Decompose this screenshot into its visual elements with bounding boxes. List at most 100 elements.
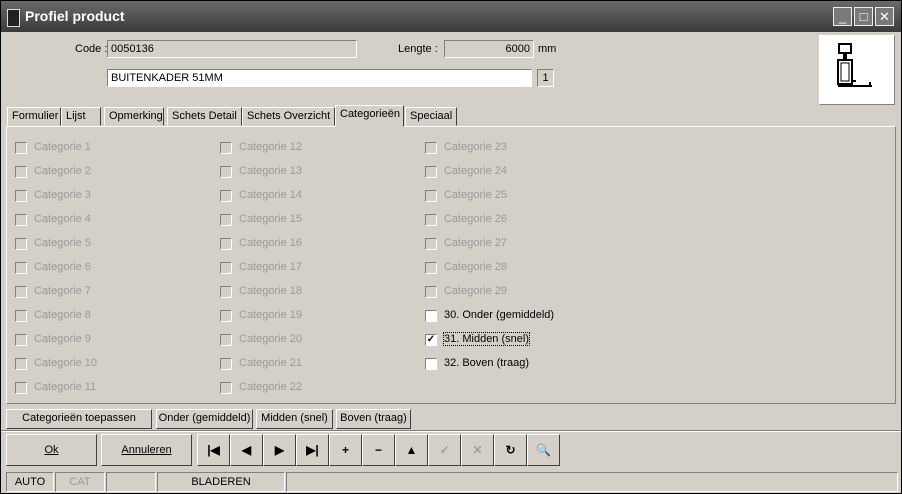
category-label: Categorie 1 bbox=[34, 141, 91, 153]
onder-button[interactable]: Onder (gemiddeld) bbox=[156, 409, 253, 429]
ok-button[interactable]: Ok bbox=[6, 434, 97, 466]
title-bar[interactable]: Profiel product _ □ ✕ bbox=[1, 1, 901, 32]
category-label: Categorie 29 bbox=[444, 285, 507, 297]
checkbox-box bbox=[15, 238, 27, 250]
minimize-button[interactable]: _ bbox=[833, 7, 852, 26]
category-label: Categorie 17 bbox=[239, 261, 302, 273]
checkbox-box[interactable]: ✓ bbox=[425, 334, 437, 346]
checkbox-box bbox=[425, 238, 437, 250]
checkbox-box[interactable] bbox=[425, 358, 437, 370]
delete-record-button[interactable]: − bbox=[362, 434, 395, 466]
checkbox-box bbox=[220, 286, 232, 298]
refresh-button[interactable]: ↻ bbox=[494, 434, 527, 466]
category-label: Categorie 11 bbox=[34, 381, 97, 393]
tab-lijst[interactable]: Lijst bbox=[61, 107, 101, 126]
category-label: Categorie 5 bbox=[34, 237, 91, 249]
category-label: Categorie 25 bbox=[444, 189, 507, 201]
category-label: Categorie 16 bbox=[239, 237, 302, 249]
profiel-product-window: Profiel product _ □ ✕ Code : 0050136 Len… bbox=[0, 0, 902, 494]
app-icon bbox=[7, 9, 20, 27]
description-field[interactable]: BUITENKADER 51MM bbox=[107, 69, 532, 87]
edit-record-icon: ▲ bbox=[405, 443, 418, 457]
category-label: Categorie 23 bbox=[444, 141, 507, 153]
status-extra bbox=[286, 472, 898, 492]
window-title: Profiel product bbox=[25, 8, 125, 24]
checkbox-box bbox=[15, 310, 27, 322]
code-field[interactable]: 0050136 bbox=[107, 40, 357, 58]
checkbox-box bbox=[220, 382, 232, 394]
add-record-icon: + bbox=[341, 443, 349, 457]
checkbox-box bbox=[425, 262, 437, 274]
category-label: Categorie 10 bbox=[34, 357, 97, 369]
prev-record-button[interactable]: ◀ bbox=[230, 434, 263, 466]
code-label: Code : bbox=[75, 43, 108, 55]
delete-record-icon: − bbox=[374, 443, 382, 457]
category-label: Categorie 7 bbox=[34, 285, 91, 297]
category-label: Categorie 3 bbox=[34, 189, 91, 201]
first-record-button[interactable]: |◀ bbox=[197, 434, 230, 466]
close-button[interactable]: ✕ bbox=[875, 7, 894, 26]
checkbox-box bbox=[425, 166, 437, 178]
lengte-label: Lengte : bbox=[398, 43, 438, 55]
checkbox-box bbox=[15, 166, 27, 178]
category-label: Categorie 15 bbox=[239, 213, 302, 225]
checkbox-box bbox=[15, 382, 27, 394]
category-label: 32. Boven (traag) bbox=[444, 357, 529, 369]
checkbox-box bbox=[15, 142, 27, 154]
category-label: Categorie 9 bbox=[34, 333, 91, 345]
cancel-edit-icon: ✕ bbox=[472, 443, 483, 457]
category-label: Categorie 20 bbox=[239, 333, 302, 345]
search-button[interactable]: 🔍 bbox=[527, 434, 560, 466]
next-record-icon: ▶ bbox=[274, 443, 285, 457]
checkbox-box bbox=[220, 214, 232, 226]
cancel-button[interactable]: Annuleren bbox=[101, 434, 192, 466]
search-icon: 🔍 bbox=[536, 443, 551, 457]
last-record-icon: ▶| bbox=[306, 443, 319, 457]
tab-formulier[interactable]: Formulier bbox=[7, 107, 61, 126]
category-label: Categorie 19 bbox=[239, 309, 302, 321]
cancel-edit-button[interactable]: ✕ bbox=[461, 434, 494, 466]
tab-schets-overzicht[interactable]: Schets Overzicht bbox=[242, 107, 335, 126]
midden-button[interactable]: Midden (snel) bbox=[256, 409, 333, 429]
next-record-button[interactable]: ▶ bbox=[263, 434, 296, 466]
maximize-button[interactable]: □ bbox=[854, 7, 873, 26]
post-record-button[interactable]: ✓ bbox=[428, 434, 461, 466]
lengte-unit: mm bbox=[538, 43, 557, 55]
post-record-icon: ✓ bbox=[439, 443, 450, 457]
edit-record-button[interactable]: ▲ bbox=[395, 434, 428, 466]
counter-field: 1 bbox=[537, 69, 554, 87]
last-record-button[interactable]: ▶| bbox=[296, 434, 329, 466]
minimize-icon: _ bbox=[838, 9, 847, 24]
tab-categorieen[interactable]: Categorieën bbox=[335, 105, 404, 127]
categories-panel: Categorie 1 Categorie 2 Categorie 3 Categor… bbox=[6, 126, 896, 404]
category-label: Categorie 21 bbox=[239, 357, 302, 369]
refresh-icon: ↻ bbox=[505, 443, 516, 457]
category-label: Categorie 12 bbox=[239, 141, 302, 153]
apply-categories-button[interactable]: Categorieën toepassen bbox=[6, 409, 152, 429]
lengte-field[interactable]: 6000 bbox=[444, 40, 534, 58]
checkbox-box bbox=[15, 190, 27, 202]
checkbox-box bbox=[15, 214, 27, 226]
status-cat: CAT bbox=[55, 472, 105, 492]
checkbox-box[interactable] bbox=[425, 310, 437, 322]
checkbox-box bbox=[220, 166, 232, 178]
checkbox-box bbox=[425, 142, 437, 154]
close-icon: ✕ bbox=[879, 9, 890, 24]
boven-button[interactable]: Boven (traag) bbox=[336, 409, 411, 429]
add-record-button[interactable]: + bbox=[329, 434, 362, 466]
status-mode: AUTO bbox=[6, 472, 54, 492]
checkbox-box bbox=[220, 310, 232, 322]
checkbox-box bbox=[220, 238, 232, 250]
tab-opmerking[interactable]: Opmerking bbox=[104, 107, 164, 126]
tab-speciaal[interactable]: Speciaal bbox=[405, 107, 457, 126]
category-label: Categorie 13 bbox=[239, 165, 302, 177]
checkbox-box bbox=[15, 262, 27, 274]
checkbox-box bbox=[220, 190, 232, 202]
first-record-icon: |◀ bbox=[207, 443, 220, 457]
tab-schets-detail[interactable]: Schets Detail bbox=[167, 107, 242, 126]
category-label: Categorie 26 bbox=[444, 213, 507, 225]
category-label: Categorie 6 bbox=[34, 261, 91, 273]
category-label: Categorie 22 bbox=[239, 381, 302, 393]
profile-drawing bbox=[837, 43, 872, 87]
checkbox-box bbox=[220, 142, 232, 154]
